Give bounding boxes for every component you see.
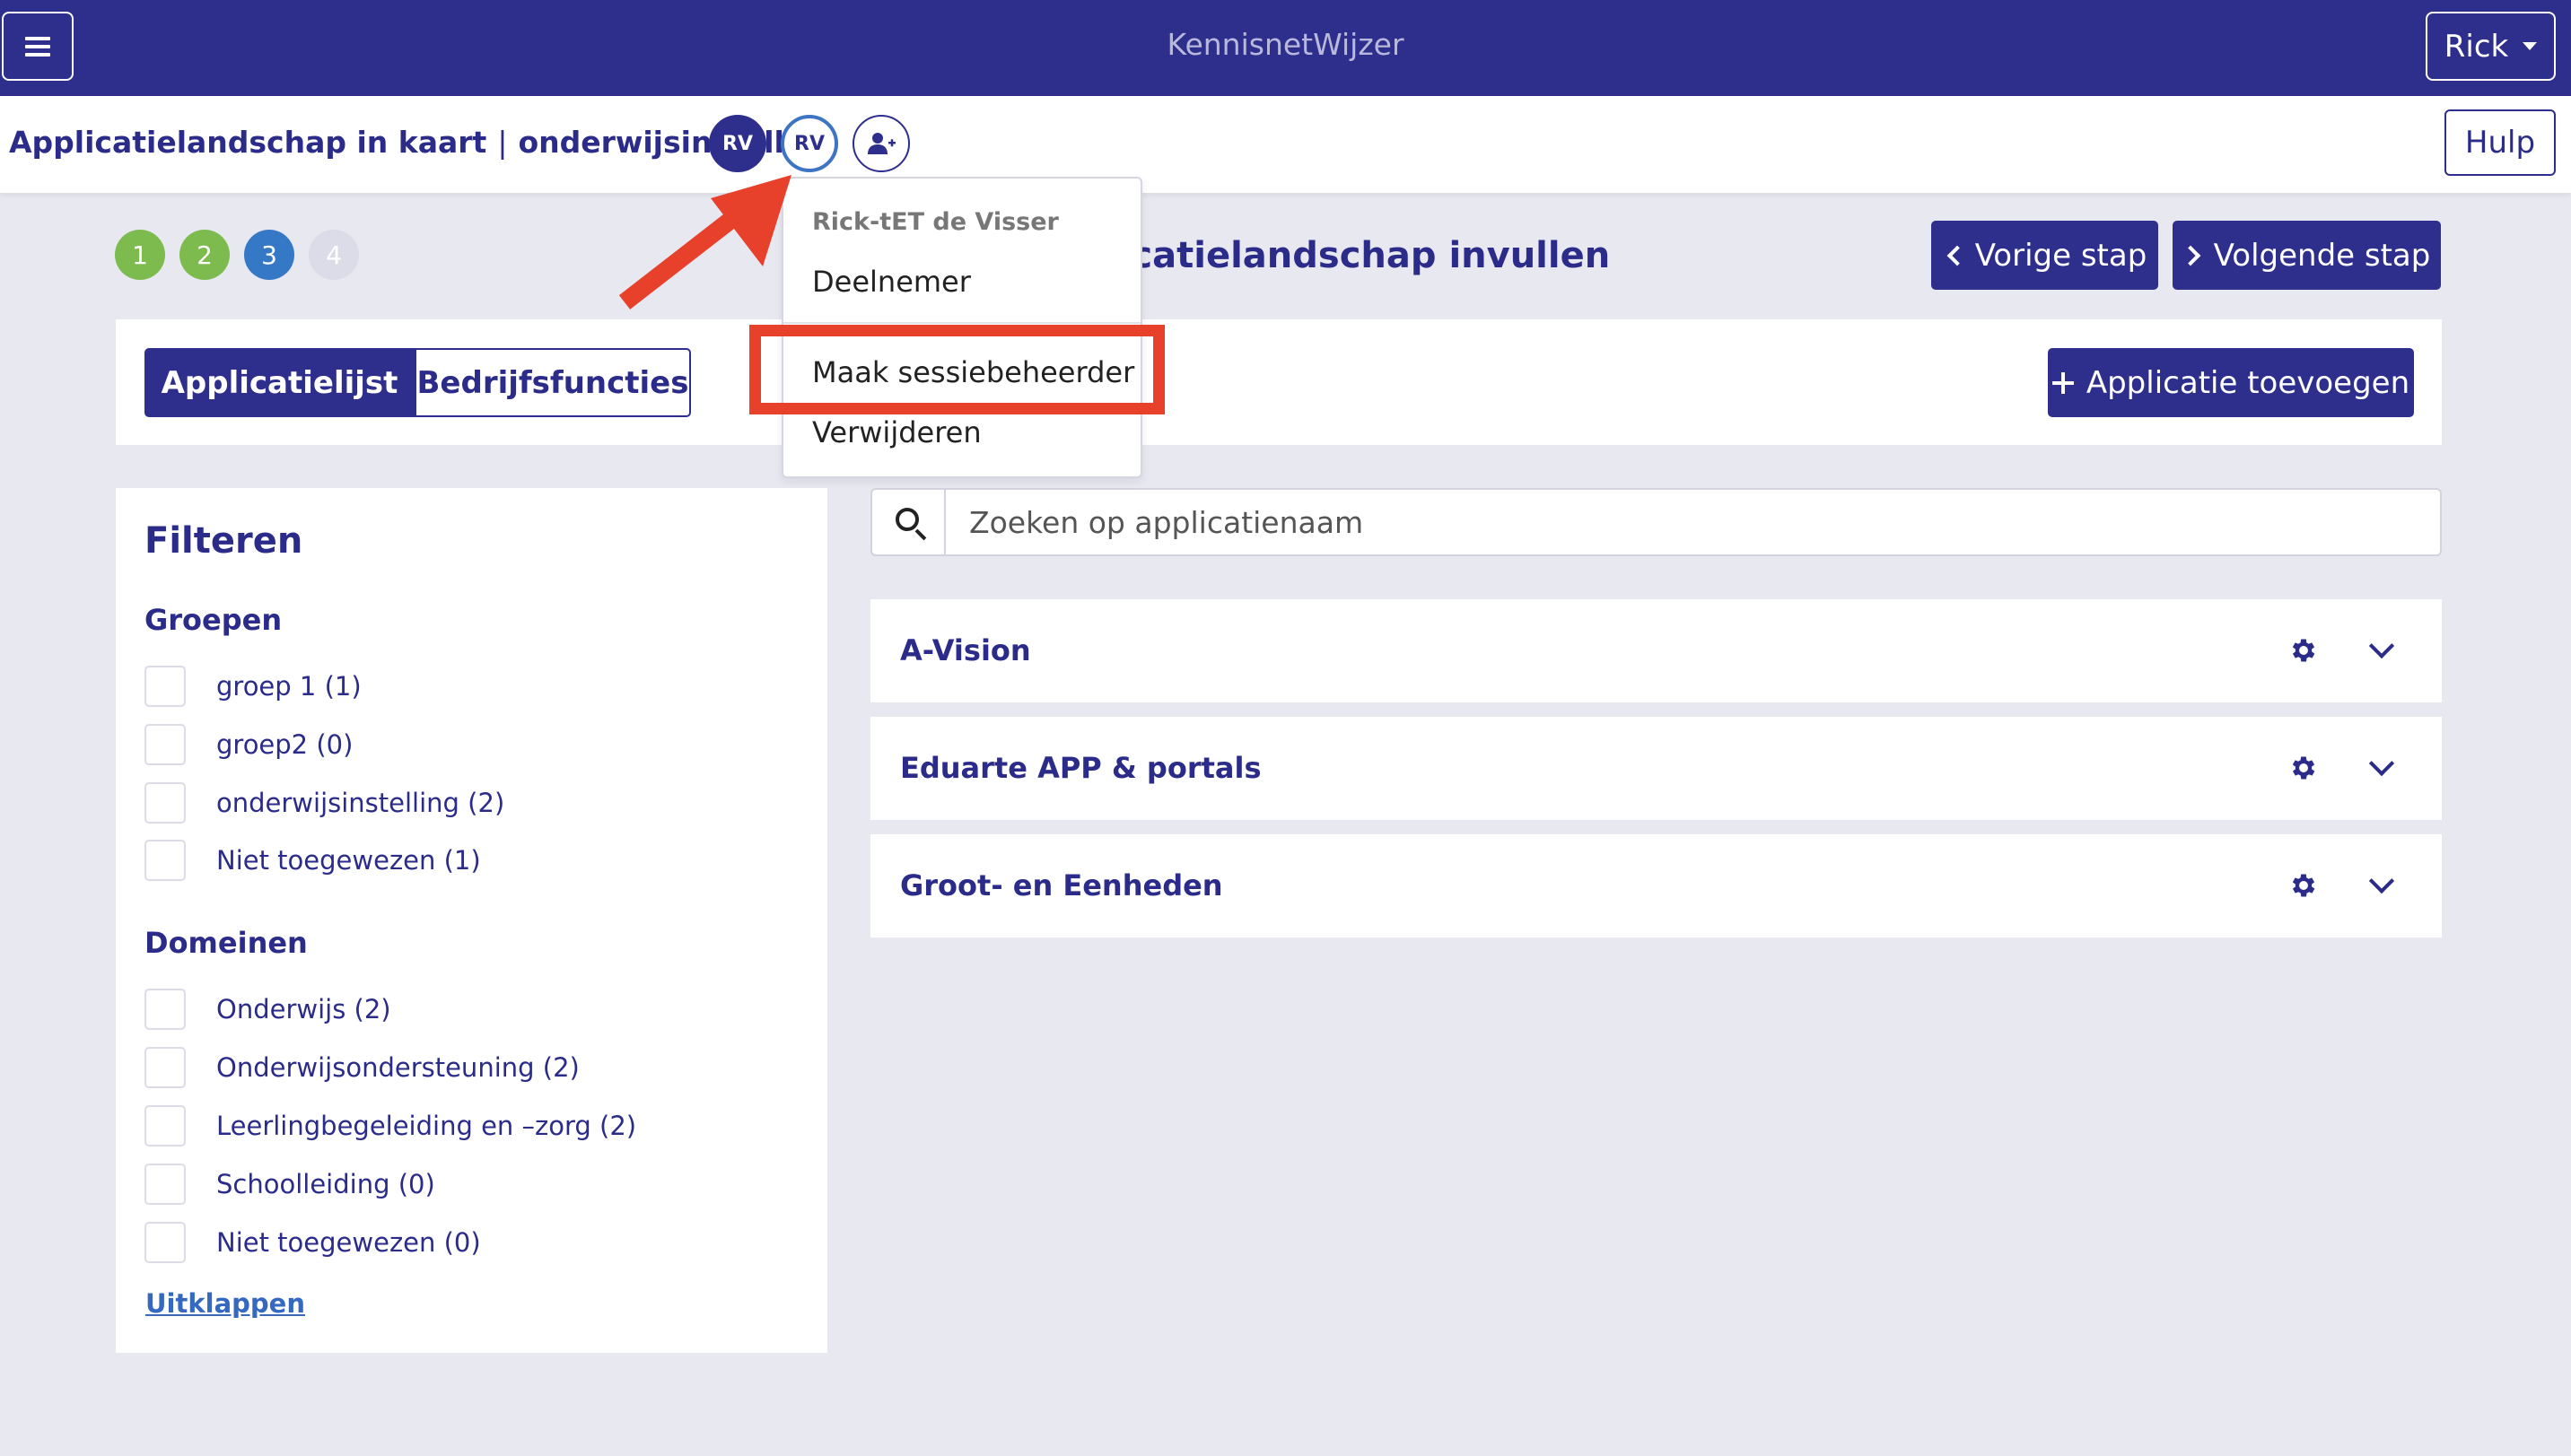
gear-icon[interactable] [2288,753,2319,783]
domain-checkbox[interactable] [144,1222,186,1263]
next-step-label: Volgende stap [2213,237,2431,274]
filter-item[interactable]: Onderwijsondersteuning (2) [144,1047,580,1088]
step-indicator-1[interactable]: 1 [115,230,165,280]
previous-step-button[interactable]: Vorige stap [1931,221,2158,290]
help-button[interactable]: Hulp [2444,109,2556,176]
filter-label: groep 1 (1) [216,671,362,702]
application-row[interactable]: Eduarte APP & portals [870,717,2442,820]
gear-icon[interactable] [2288,635,2319,666]
step-indicator-4[interactable]: 4 [309,230,359,280]
application-row[interactable]: Groot- en Eenheden [870,834,2442,937]
search-icon [872,490,946,554]
gear-icon[interactable] [2288,870,2319,901]
domain-checkbox[interactable] [144,989,186,1030]
add-participant-button[interactable] [853,115,910,172]
domain-checkbox[interactable] [144,1105,186,1146]
user-menu-label: Rick [2444,28,2509,65]
filter-label: Onderwijs (2) [216,994,391,1024]
page-title: licatielandschap invullen [1106,235,1611,276]
filter-label: onderwijsinstelling (2) [216,788,505,818]
breadcrumb-session-title: Applicatielandschap in kaart [9,125,487,160]
step-indicator-2[interactable]: 2 [179,230,230,280]
participant-avatar-1[interactable]: RV [709,115,766,172]
filter-label: Leerlingbegeleiding en –zorg (2) [216,1111,637,1141]
chevron-left-icon [1946,245,1968,266]
search-input[interactable] [948,490,2437,554]
filter-item[interactable]: Niet toegewezen (0) [144,1222,481,1263]
application-row[interactable]: A-Vision [870,599,2442,702]
dropdown-divider [783,322,1141,324]
filter-item[interactable]: Schoolleiding (0) [144,1164,435,1205]
annotation-highlight-box [749,325,1165,414]
filter-item[interactable]: Niet toegewezen (1) [144,840,481,881]
dropdown-participant-name: Rick-tET de Visser [812,208,1059,236]
group-checkbox[interactable] [144,840,186,881]
tab-bedrijfsfuncties[interactable]: Bedrijfsfuncties [415,348,691,417]
view-toggle-panel: Applicatielijst Bedrijfsfuncties Applica… [116,319,2442,445]
filter-item[interactable]: Leerlingbegeleiding en –zorg (2) [144,1105,636,1146]
next-step-button[interactable]: Volgende stap [2173,221,2441,290]
application-name: Eduarte APP & portals [900,751,1262,785]
domain-checkbox[interactable] [144,1164,186,1205]
app-title: KennisnetWijzer [1167,27,1404,62]
filter-label: Schoolleiding (0) [216,1169,435,1199]
search-box [870,488,2442,556]
plus-icon [2051,371,2074,394]
top-navbar: KennisnetWijzer Rick [0,0,2571,96]
session-header: Applicatielandschap in kaart | onderwijsin… [0,96,2571,193]
participant-avatar-2[interactable]: RV [781,115,838,172]
expand-filters-link[interactable]: Uitklappen [145,1288,305,1319]
filter-item[interactable]: Onderwijs (2) [144,989,391,1030]
group-checkbox[interactable] [144,724,186,765]
groups-heading: Groepen [144,603,283,637]
domain-checkbox[interactable] [144,1047,186,1088]
filter-item[interactable]: onderwijsinstelling (2) [144,782,504,824]
chevron-down-icon[interactable] [2368,750,2395,777]
add-application-button[interactable]: Applicatie toevoegen [2048,348,2414,417]
user-menu-button[interactable]: Rick [2426,12,2556,81]
caret-down-icon [2523,42,2538,50]
chevron-right-icon [2180,245,2200,266]
group-checkbox[interactable] [144,782,186,824]
breadcrumb-separator: | [497,125,508,160]
annotation-arrow-icon [618,175,791,310]
chevron-down-icon[interactable] [2368,632,2395,659]
tab-applicatielijst[interactable]: Applicatielijst [144,348,415,417]
group-checkbox[interactable] [144,666,186,707]
menu-item-verwijderen[interactable]: Verwijderen [812,415,982,449]
previous-step-label: Vorige stap [1974,237,2147,274]
filter-panel: Filteren Groepen groep 1 (1) groep2 (0) … [116,488,827,1353]
application-name: Groot- en Eenheden [900,868,1223,902]
filter-label: Onderwijsondersteuning (2) [216,1052,580,1083]
chevron-down-icon[interactable] [2368,867,2395,894]
application-name: A-Vision [900,633,1031,667]
user-plus-icon [868,133,896,154]
add-application-label: Applicatie toevoegen [2086,364,2410,401]
filter-item[interactable]: groep 1 (1) [144,666,362,707]
filter-item[interactable]: groep2 (0) [144,724,353,765]
filter-label: Niet toegewezen (1) [216,845,481,876]
filter-label: Niet toegewezen (0) [216,1227,481,1258]
domains-heading: Domeinen [144,926,308,960]
step-indicator-3[interactable]: 3 [244,230,294,280]
filter-title: Filteren [144,520,303,562]
filter-label: groep2 (0) [216,729,354,760]
